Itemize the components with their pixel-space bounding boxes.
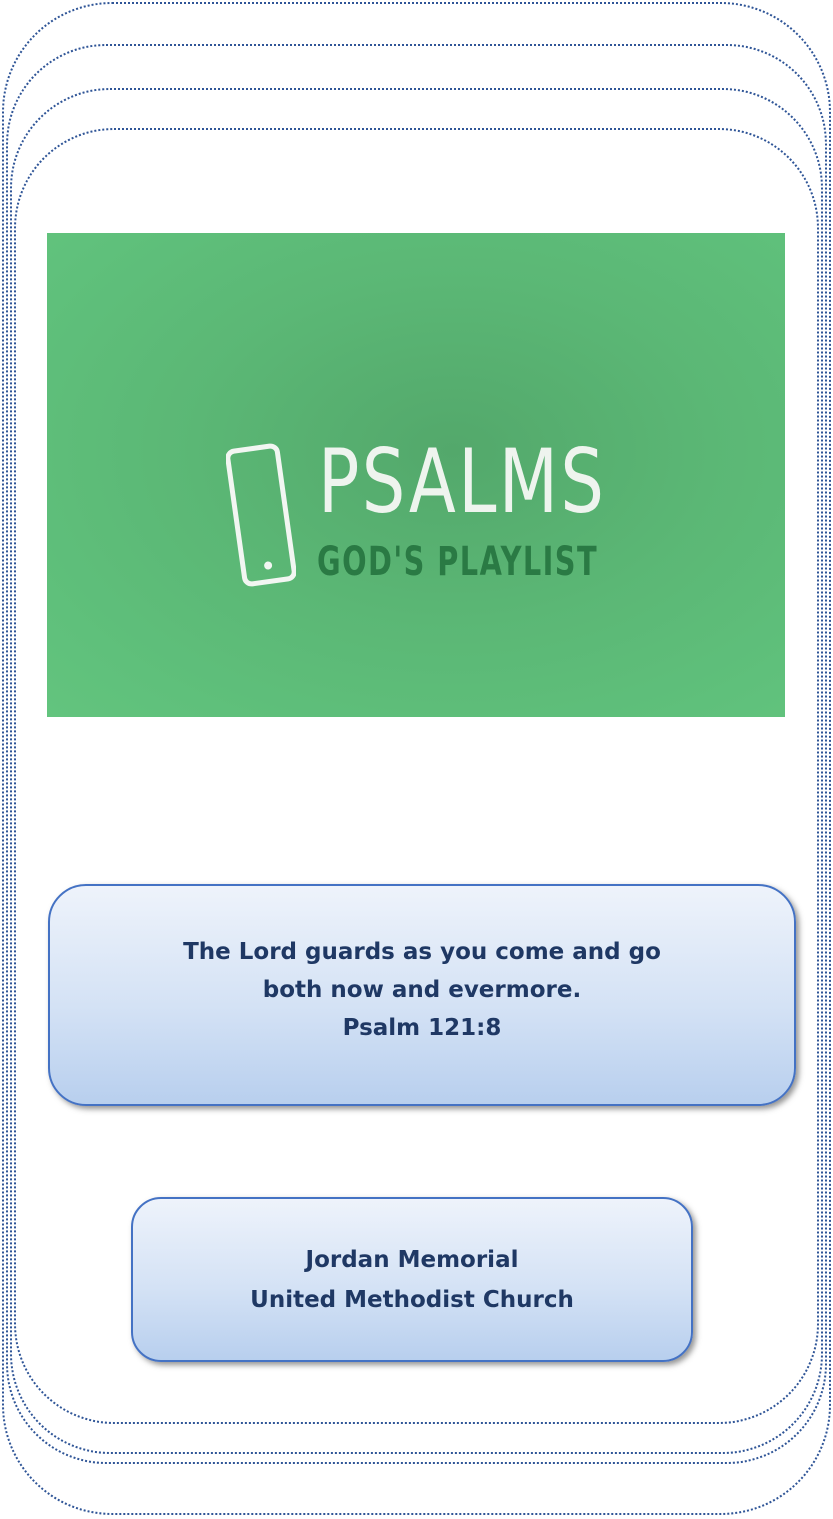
verse-line-2: both now and evermore. <box>262 977 582 1003</box>
church-name-line-1: Jordan Memorial <box>305 1246 519 1273</box>
verse-box: The Lord guards as you come and go both … <box>48 884 796 1106</box>
verse-reference: Psalm 121:8 <box>342 1015 502 1041</box>
cover-title: PSALMS <box>318 430 607 533</box>
church-name-line-2: United Methodist Church <box>250 1286 574 1313</box>
cover-subtitle: GOD'S PLAYLIST <box>317 539 599 585</box>
phone-icon <box>226 443 296 587</box>
verse-line-1: The Lord guards as you come and go <box>183 939 661 965</box>
church-name-box: Jordan Memorial United Methodist Church <box>131 1197 693 1362</box>
